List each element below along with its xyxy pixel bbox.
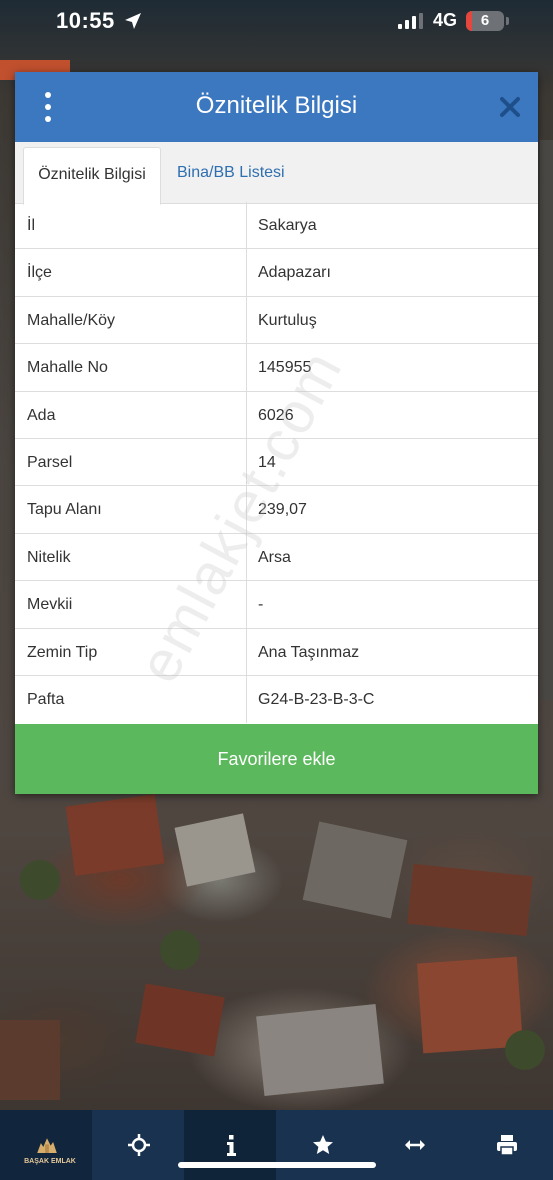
map-tree (160, 930, 200, 970)
cellular-signal-icon (398, 13, 423, 29)
close-icon[interactable] (499, 96, 521, 118)
map-building (540, 140, 553, 700)
table-row: Mahalle No 145955 (15, 344, 538, 392)
attribute-key: Zemin Tip (27, 643, 98, 661)
crosshair-icon (128, 1134, 150, 1156)
attribute-key: Mahalle/Köy (27, 311, 116, 329)
attribute-key: Mahalle No (27, 359, 108, 377)
table-row: Ada 6026 (15, 392, 538, 439)
attribute-dialog: Öznitelik Bilgisi Öznitelik Bilgisi Bina… (15, 72, 538, 794)
printer-icon (497, 1135, 517, 1156)
table-row: Zemin Tip Ana Taşınmaz (15, 629, 538, 676)
add-to-favorites-button[interactable]: Favorilere ekle (15, 724, 538, 794)
attribute-value: G24-B-23-B-3-C (258, 690, 375, 708)
attribute-key: Mevkii (27, 596, 73, 614)
battery-tip (506, 17, 509, 25)
table-row: Parsel 14 (15, 439, 538, 487)
battery-icon: 6 (466, 11, 504, 31)
table-row: Nitelik Arsa (15, 534, 538, 582)
print-button[interactable] (460, 1110, 552, 1180)
home-indicator[interactable] (178, 1162, 376, 1168)
table-row: Mevkii - (15, 581, 538, 629)
brand-logo: BAŞAK EMLAK (0, 1110, 92, 1180)
attribute-value: Arsa (258, 548, 291, 566)
battery-level: 6 (480, 12, 490, 29)
attribute-value: 239,07 (258, 501, 307, 519)
map-tree (505, 1030, 545, 1070)
attribute-table: İl Sakarya İlçe Adapazarı Mahalle/Köy Ku… (15, 202, 538, 723)
attribute-value: 145955 (258, 359, 312, 377)
table-row: İlçe Adapazarı (15, 249, 538, 297)
dialog-title: Öznitelik Bilgisi (195, 92, 358, 119)
attribute-value: Ana Taşınmaz (258, 643, 360, 661)
location-arrow-icon (125, 13, 141, 29)
attribute-value: Sakarya (258, 217, 317, 234)
attribute-key: İlçe (27, 264, 52, 282)
attribute-key: Ada (27, 406, 56, 424)
logo-text: BAŞAK EMLAK (24, 1158, 76, 1165)
building-logo-icon (37, 1138, 57, 1153)
table-row: Pafta G24-B-23-B-3-C (15, 676, 538, 723)
attribute-key: Pafta (27, 690, 65, 708)
map-building (174, 813, 256, 887)
attribute-value: - (258, 596, 264, 614)
locate-button[interactable] (92, 1110, 184, 1180)
attribute-key: Tapu Alanı (27, 501, 102, 519)
tab-attribute-info[interactable]: Öznitelik Bilgisi (23, 147, 161, 205)
map-building (407, 863, 533, 937)
map-building (0, 1020, 60, 1100)
attribute-value: Adapazarı (258, 264, 331, 282)
map-building (256, 1003, 384, 1097)
map-building (302, 821, 408, 919)
map-building (65, 794, 165, 876)
measure-arrows-icon (405, 1140, 425, 1150)
bottom-toolbar: BAŞAK EMLAK (0, 1110, 553, 1180)
dialog-tabs: Öznitelik Bilgisi Bina/BB Listesi (15, 142, 538, 205)
column-divider (246, 202, 247, 723)
table-row: Mahalle/Köy Kurtuluş (15, 297, 538, 345)
status-time: 10:55 (56, 8, 115, 33)
attribute-value: 14 (258, 453, 276, 471)
favorites-button[interactable] (276, 1110, 368, 1180)
attribute-key: İl (27, 217, 35, 234)
info-icon (227, 1135, 236, 1156)
network-type: 4G (433, 10, 458, 30)
table-row: İl Sakarya (15, 202, 538, 250)
attribute-value: Kurtuluş (258, 311, 317, 329)
table-row: Tapu Alanı 239,07 (15, 486, 538, 534)
measure-button[interactable] (368, 1110, 460, 1180)
attribute-key: Parsel (27, 453, 73, 471)
attribute-value: 6026 (258, 406, 294, 424)
attribute-key: Nitelik (27, 548, 71, 566)
info-button[interactable] (184, 1110, 276, 1180)
dialog-header: Öznitelik Bilgisi (15, 72, 538, 142)
map-building (135, 983, 225, 1057)
status-bar: 10:55 4G 6 (0, 0, 553, 44)
star-icon (313, 1135, 333, 1154)
tab-building-list[interactable]: Bina/BB Listesi (177, 142, 285, 204)
map-tree (20, 860, 60, 900)
